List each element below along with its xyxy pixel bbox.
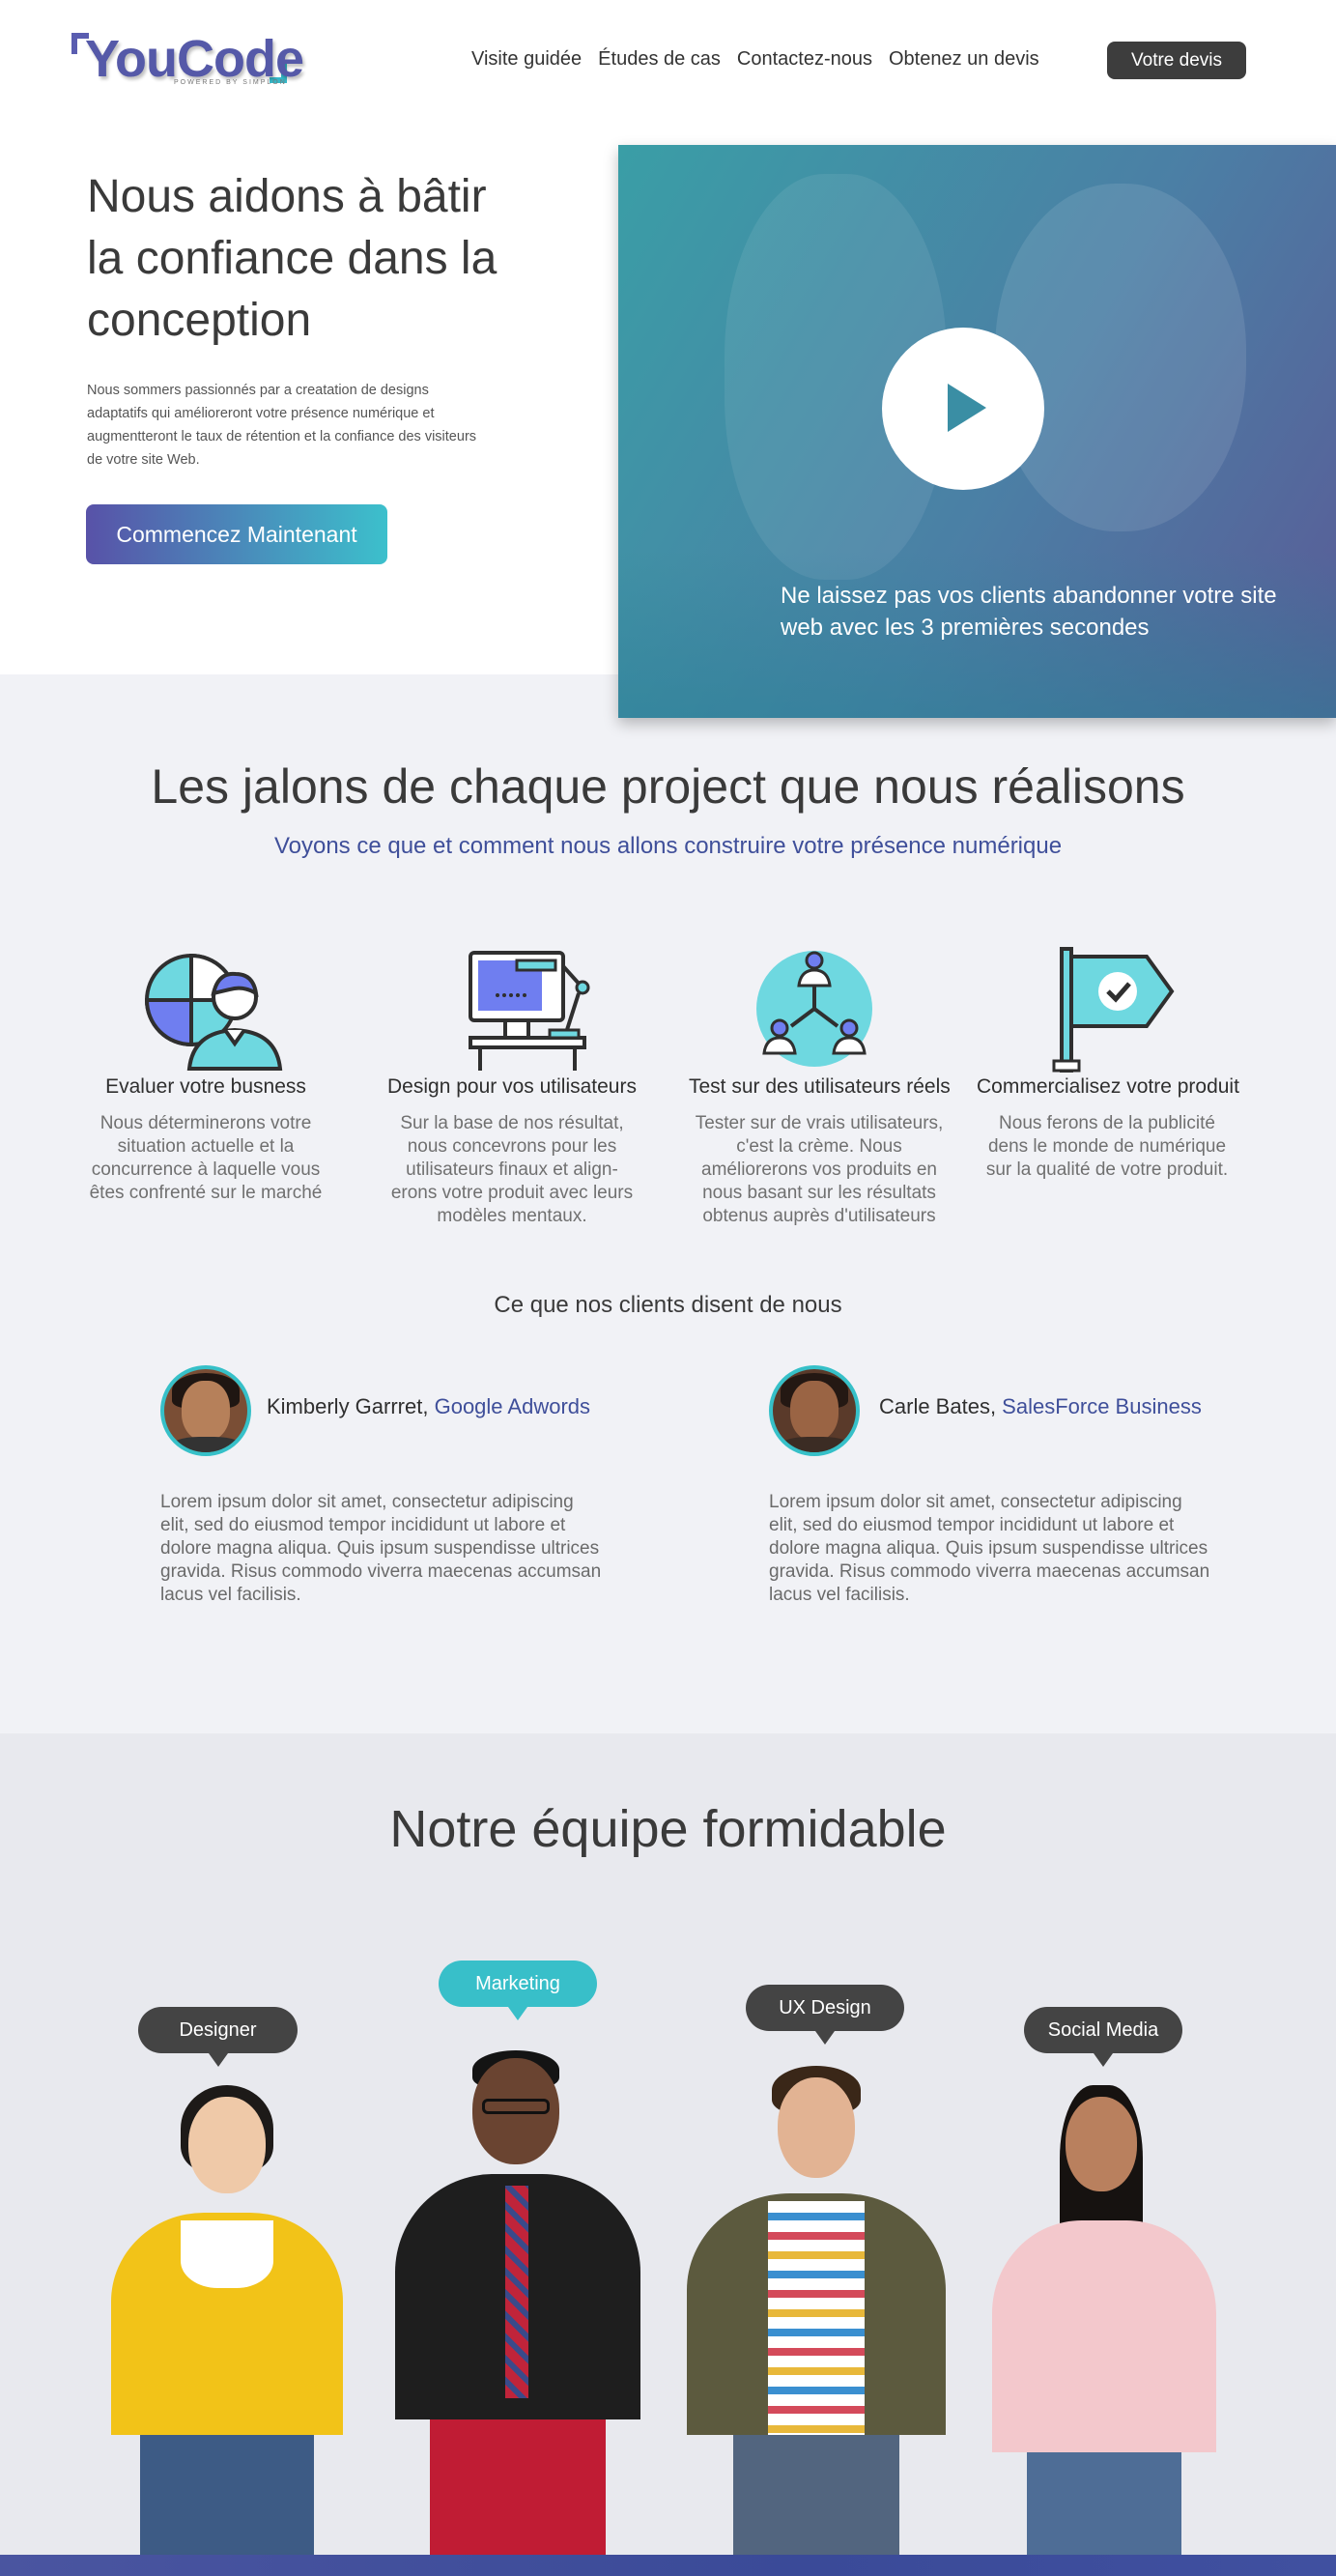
role-bubble-ux-design: UX Design: [746, 1985, 904, 2045]
milestone-text: Nous déterminerons votre situation actue…: [89, 1113, 323, 1203]
person-analytics-icon: [144, 953, 283, 1071]
hero-text-block: Nous aidons à bâtir la confiance dans la…: [87, 166, 531, 472]
testimonial-author: Kimberly Garrret, Google Adwords: [267, 1394, 590, 1419]
team-title: Notre équipe formidable: [389, 1800, 947, 1858]
nav-link-visite-guidee[interactable]: Visite guidée: [471, 48, 582, 71]
avatar: [769, 1365, 860, 1456]
nav-link-contact[interactable]: Contactez-nous: [737, 48, 872, 71]
author-name: Kimberly Garrret,: [267, 1394, 435, 1418]
team-member-social-media[interactable]: [981, 2085, 1228, 2555]
milestone-text: Sur la base de nos résultat, nous concev…: [390, 1113, 634, 1226]
author-company[interactable]: Google Adwords: [435, 1394, 590, 1418]
play-button[interactable]: [882, 328, 1044, 490]
milestones-subtitle: Voyons ce que et comment nous allons con…: [273, 833, 1063, 859]
testimonials-title: Ce que nos clients disent de nous: [494, 1292, 842, 1318]
milestone-evaluate: Evaluer votre busness Nous déterminerons…: [75, 947, 336, 1205]
youcode-logo[interactable]: YouCode POWERED BY SIMPLON: [71, 27, 304, 95]
milestone-title: Test sur des utilisateurs réels: [689, 1075, 951, 1098]
hero-description: Nous sommers passionnés par a creatation…: [87, 383, 477, 468]
hero-video[interactable]: Ne laissez pas vos clients abandonner vo…: [618, 145, 1336, 718]
main-nav: Visite guidée Études de cas Contactez-no…: [471, 48, 1056, 71]
milestone-text: Tester sur de vrais utilisateurs, c'est …: [695, 1113, 944, 1226]
team-member-ux-design[interactable]: [681, 2066, 952, 2555]
milestone-text: Nous ferons de la publicité dens le mond…: [985, 1113, 1229, 1180]
nav-link-devis[interactable]: Obtenez un devis: [889, 48, 1039, 71]
author-name: Carle Bates,: [879, 1394, 1003, 1418]
team-member-marketing[interactable]: [391, 2050, 644, 2555]
start-now-button[interactable]: Commencez Maintenant: [86, 504, 387, 564]
testimonial-author: Carle Bates, SalesForce Business: [879, 1394, 1202, 1419]
testimonial-text: Lorem ipsum dolor sit amet, consectetur …: [769, 1492, 1210, 1605]
desktop-design-icon: [469, 951, 590, 1071]
flag-check-icon: [1052, 947, 1175, 1073]
play-icon: [948, 384, 986, 432]
milestones-title: Les jalons de chaque project que nous ré…: [151, 759, 1185, 814]
role-bubble-social-media: Social Media: [1024, 2007, 1182, 2067]
avatar: [160, 1365, 251, 1456]
user-network-icon: [756, 951, 872, 1067]
testimonial-text: Lorem ipsum dolor sit amet, consectetur …: [160, 1492, 602, 1605]
site-header: YouCode POWERED BY SIMPLON Visite guidée…: [0, 0, 1336, 145]
author-company[interactable]: SalesForce Business: [1002, 1394, 1202, 1418]
logo-tagline: POWERED BY SIMPLON: [174, 79, 287, 86]
team-member-designer[interactable]: [101, 2085, 353, 2555]
video-figure-woman: [995, 184, 1246, 531]
role-bubble-designer: Designer: [138, 2007, 298, 2067]
role-bubble-marketing: Marketing: [439, 1961, 597, 2020]
footer-band: [0, 2555, 1336, 2576]
milestone-market: Commercialisez votre produit Nous ferons…: [977, 947, 1239, 1182]
nav-link-etudes-de-cas[interactable]: Études de cas: [598, 48, 721, 71]
milestone-test: Test sur des utilisateurs réels Tester s…: [689, 947, 951, 1228]
hero-title: Nous aidons à bâtir la confiance dans la…: [87, 171, 497, 346]
video-caption: Ne laissez pas vos clients abandonner vo…: [781, 583, 1277, 641]
milestone-design: Design pour vos utilisateurs Sur la base…: [382, 947, 642, 1228]
milestone-title: Design pour vos utilisateurs: [387, 1075, 637, 1098]
milestone-title: Commercialisez votre produit: [977, 1075, 1239, 1098]
milestone-title: Evaluer votre busness: [105, 1075, 306, 1098]
votre-devis-button[interactable]: Votre devis: [1107, 42, 1246, 79]
